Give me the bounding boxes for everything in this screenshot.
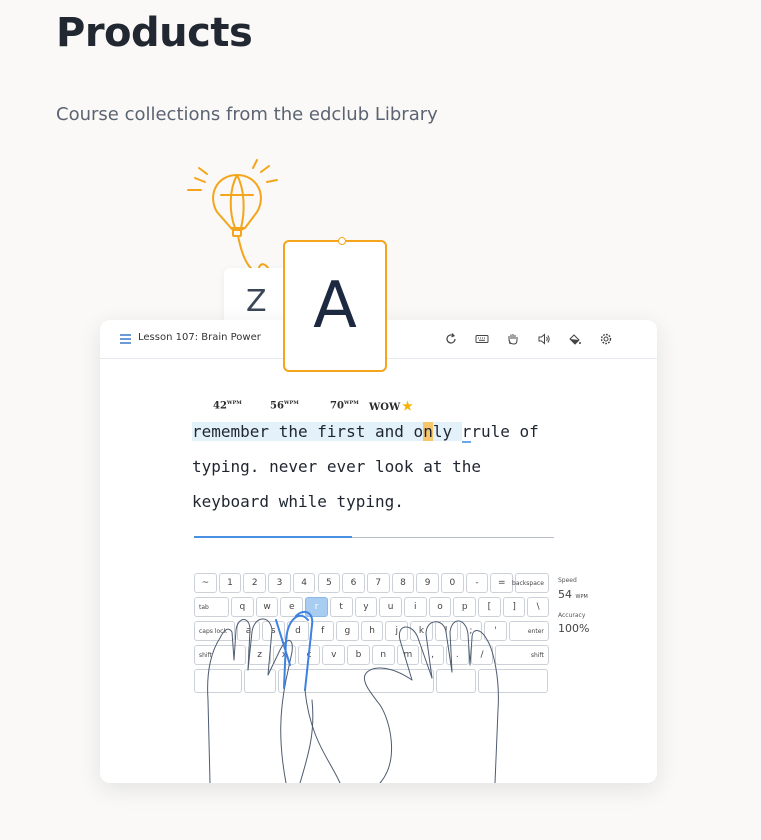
key-sym11[interactable]: ': [484, 621, 507, 641]
theme-icon[interactable]: [568, 332, 582, 346]
key-f[interactable]: f: [311, 621, 334, 641]
accuracy-label: Accuracy: [558, 612, 586, 619]
page-subtitle: Course collections from the edclub Libra…: [56, 104, 438, 125]
key-enter[interactable]: enter: [508, 621, 549, 641]
key-capslock[interactable]: caps lock: [194, 621, 236, 641]
lesson-title: Lesson 107: Brain Power: [138, 332, 261, 343]
key-m[interactable]: m: [396, 645, 420, 665]
key-e[interactable]: e: [280, 597, 304, 617]
key-7[interactable]: 7: [366, 573, 390, 593]
key-6[interactable]: 6: [342, 573, 365, 593]
key-x[interactable]: x: [273, 645, 296, 665]
key-5[interactable]: 5: [317, 573, 341, 593]
key-b[interactable]: b: [347, 645, 370, 665]
key-h[interactable]: h: [360, 621, 384, 641]
key-sym10[interactable]: /: [470, 645, 494, 665]
settings-icon[interactable]: [599, 332, 613, 346]
key-modifier[interactable]: [244, 669, 276, 693]
speed-label: Speed: [558, 577, 577, 584]
key-p[interactable]: p: [453, 597, 477, 617]
key-sym11[interactable]: -: [465, 573, 489, 593]
key-modifier[interactable]: [478, 669, 548, 693]
key-4[interactable]: 4: [292, 573, 316, 593]
key-v[interactable]: v: [322, 645, 346, 665]
sound-icon[interactable]: [537, 332, 551, 346]
accuracy-value: 100%: [558, 622, 590, 635]
key-g[interactable]: g: [336, 621, 359, 641]
milestone-70: 70WPM: [330, 400, 359, 412]
key-s[interactable]: s: [261, 621, 285, 641]
milestone-42: 42WPM: [213, 400, 242, 412]
next-char-marker: r: [461, 422, 472, 443]
key-w[interactable]: w: [255, 597, 279, 617]
key-u[interactable]: u: [379, 597, 402, 617]
key-t[interactable]: t: [329, 597, 353, 617]
key-r[interactable]: r: [305, 597, 328, 617]
key-tab[interactable]: tab: [194, 597, 230, 617]
key-sym9[interactable]: .: [445, 645, 469, 665]
star-icon: ★: [402, 399, 413, 413]
key-modifier[interactable]: [194, 669, 242, 693]
key-c[interactable]: c: [297, 645, 321, 665]
remaining-text: rule of: [471, 422, 539, 441]
key-modifier[interactable]: [436, 669, 476, 693]
hand-icon[interactable]: [506, 332, 520, 346]
typing-line-2: typing. never ever look at the: [192, 457, 481, 476]
milestone-wow: WOW ★: [369, 399, 413, 413]
page-title: Products: [56, 10, 253, 56]
key-y[interactable]: y: [354, 597, 378, 617]
key-3[interactable]: 3: [268, 573, 291, 593]
key-space[interactable]: [278, 669, 434, 693]
key-shift[interactable]: shift: [194, 645, 247, 665]
key-q[interactable]: q: [231, 597, 254, 617]
key-shift[interactable]: shift: [495, 645, 549, 665]
key-i[interactable]: i: [403, 597, 427, 617]
key-j[interactable]: j: [385, 621, 409, 641]
key-9[interactable]: 9: [416, 573, 439, 593]
key-sym11[interactable]: [: [478, 597, 501, 617]
key-1[interactable]: 1: [218, 573, 242, 593]
typed-text-2: ly: [432, 422, 453, 441]
key-sym12[interactable]: ]: [502, 597, 526, 617]
typing-line-3: keyboard while typing.: [192, 492, 404, 511]
speed-value: 54 WPM: [558, 588, 588, 601]
key-sym10[interactable]: ;: [459, 621, 483, 641]
milestone-56: 56WPM: [270, 400, 299, 412]
key-o[interactable]: o: [428, 597, 452, 617]
key-0[interactable]: 0: [441, 573, 464, 593]
key-sym13[interactable]: \: [527, 597, 549, 617]
current-char: n: [423, 422, 433, 441]
restart-icon[interactable]: [444, 332, 458, 346]
typed-space: [452, 422, 462, 441]
key-l[interactable]: l: [434, 621, 458, 641]
typing-line-1: remember the first and only rrule of: [192, 422, 539, 443]
key-z[interactable]: z: [248, 645, 272, 665]
card-pin-dot: [338, 237, 346, 245]
key-backspace[interactable]: backspace: [512, 573, 549, 593]
hamburger-icon[interactable]: [120, 334, 131, 344]
key-n[interactable]: n: [371, 645, 395, 665]
typing-app-window: Lesson 107: Brain Power 42WPM 56WPM 70WP…: [100, 320, 657, 783]
key-sym0[interactable]: ~: [194, 573, 217, 593]
key-sym8[interactable]: ,: [421, 645, 444, 665]
key-a[interactable]: a: [237, 621, 260, 641]
key-k[interactable]: k: [410, 621, 433, 641]
key-d[interactable]: d: [286, 621, 310, 641]
typed-text: remember the first and o: [192, 422, 424, 441]
key-sym12[interactable]: =: [490, 573, 514, 593]
key-2[interactable]: 2: [243, 573, 267, 593]
keyboard-icon[interactable]: [475, 332, 489, 346]
letter-card-front: A: [283, 240, 387, 372]
progress-fill: [194, 536, 353, 538]
key-8[interactable]: 8: [391, 573, 415, 593]
